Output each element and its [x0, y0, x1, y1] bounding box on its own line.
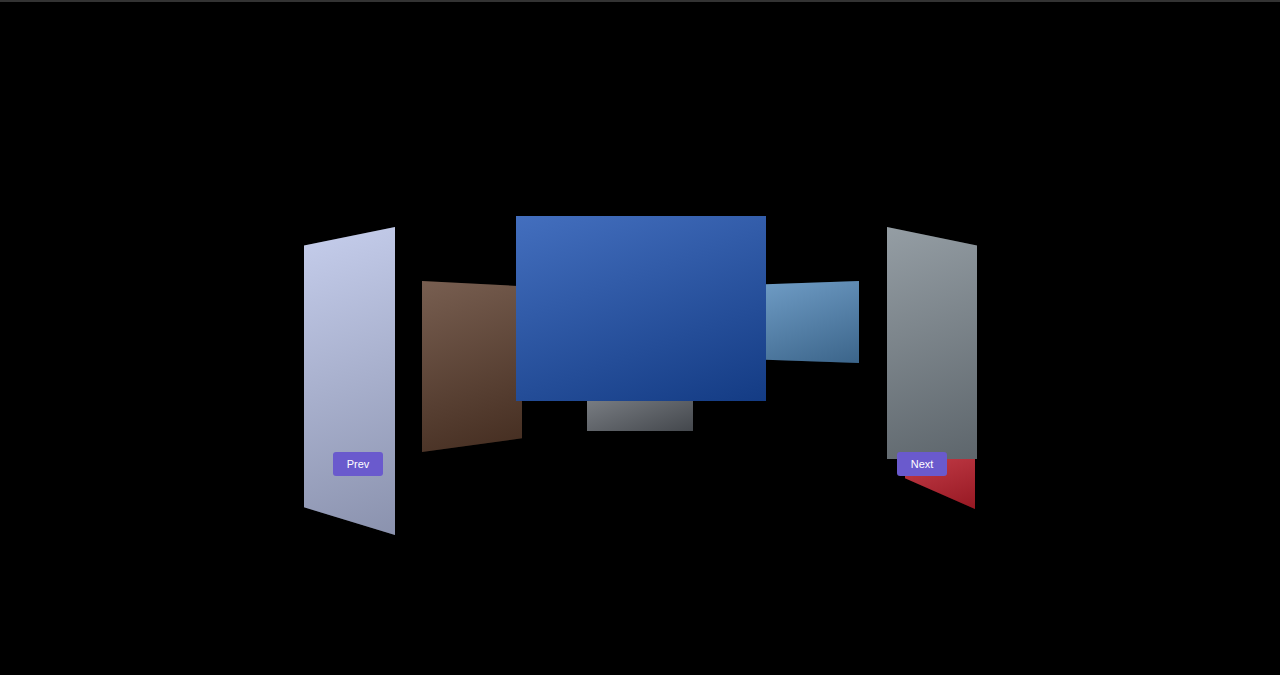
- carousel-stage: Prev Next: [0, 0, 1280, 675]
- carousel-card[interactable]: [887, 227, 977, 459]
- carousel-card[interactable]: [766, 281, 859, 363]
- carousel-card[interactable]: [304, 227, 395, 535]
- carousel-card[interactable]: [422, 281, 522, 452]
- next-button[interactable]: Next: [897, 452, 947, 476]
- carousel-card[interactable]: [587, 401, 693, 431]
- prev-button[interactable]: Prev: [333, 452, 383, 476]
- carousel-card[interactable]: [516, 216, 766, 401]
